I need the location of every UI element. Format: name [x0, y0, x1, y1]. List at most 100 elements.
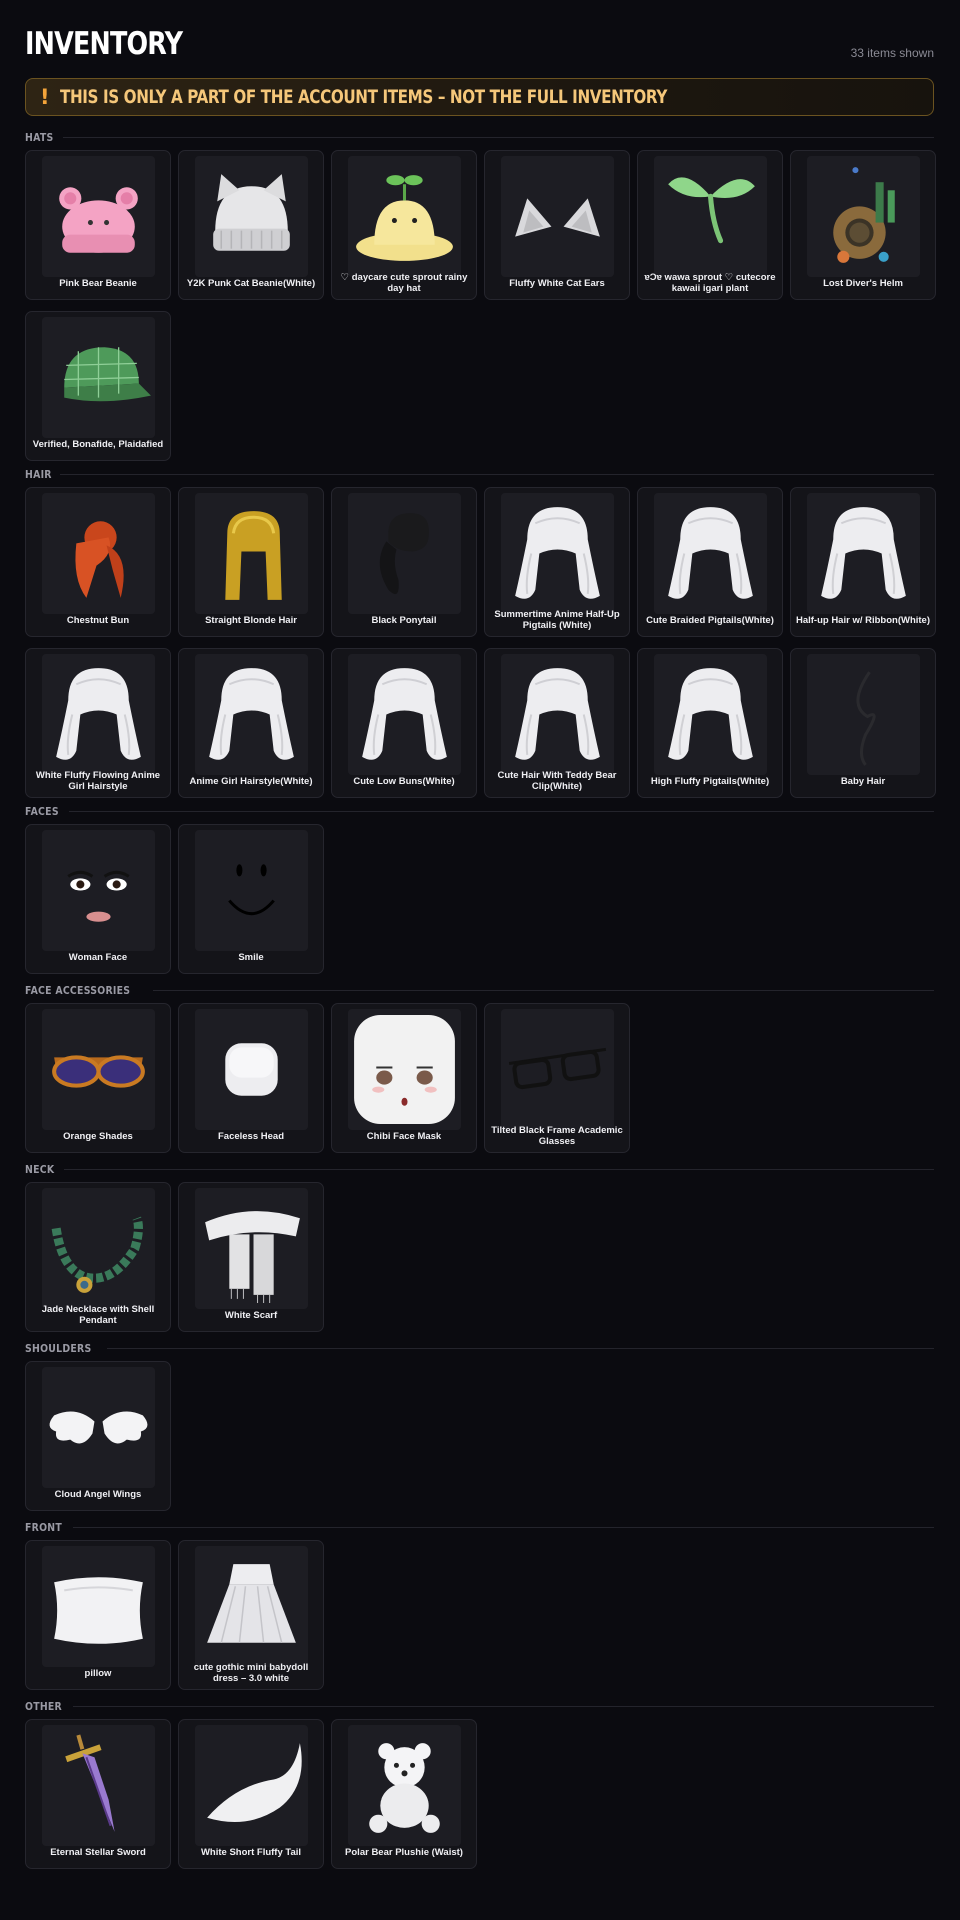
pink-bear-beanie-icon	[42, 156, 155, 277]
item-card[interactable]: Anime Girl Hairstyle(White)	[178, 648, 324, 798]
section-divider	[68, 810, 934, 812]
section-header-hats: HATS	[25, 130, 934, 144]
item-name: pillow	[84, 1667, 112, 1679]
item-card[interactable]: Lost Diver's Helm	[790, 150, 936, 300]
item-card[interactable]: cute gothic mini babydoll dress – 3.0 wh…	[178, 1540, 324, 1690]
item-card[interactable]: White Scarf	[178, 1182, 324, 1332]
item-card[interactable]: Faceless Head	[178, 1003, 324, 1153]
item-card[interactable]: Cute Hair With Teddy Bear Clip(White)	[484, 648, 630, 798]
diver-helm-icon	[807, 156, 920, 277]
item-name: Chestnut Bun	[66, 614, 130, 626]
section-divider	[72, 1705, 934, 1707]
section-header-neck: NECK	[25, 1162, 934, 1176]
item-name: ♡ daycare cute sprout rainy day hat	[340, 272, 468, 294]
item-name: Cloud Angel Wings	[54, 1488, 142, 1500]
item-name: Smile	[238, 951, 264, 963]
warning-text: THIS IS ONLY A PART OF THE ACCOUNT ITEMS…	[59, 86, 667, 108]
item-grid: Chestnut Bun Straight Blonde Hair Black Po…	[25, 487, 936, 798]
item-card[interactable]: Chestnut Bun	[25, 487, 171, 637]
item-name: Jade Necklace with Shell Pendant	[41, 1304, 155, 1326]
item-name: Half-up Hair w/ Ribbon(White)	[795, 614, 931, 626]
white-hair-icon	[654, 654, 767, 775]
item-card[interactable]: Y2K Punk Cat Beanie(White)	[178, 150, 324, 300]
item-grid: Cloud Angel Wings	[25, 1361, 936, 1511]
item-card[interactable]: Black Ponytail	[331, 487, 477, 637]
item-card[interactable]: White Short Fluffy Tail	[178, 1719, 324, 1869]
woman-face-icon	[42, 830, 155, 951]
section-divider	[152, 989, 934, 991]
section-divider	[62, 136, 934, 138]
item-card[interactable]: Cloud Angel Wings	[25, 1361, 171, 1511]
item-name: ɐƆɐ wawa sprout ♡ cutecore kawaii igari …	[644, 272, 776, 294]
item-name: Fluffy White Cat Ears	[509, 277, 605, 289]
item-card[interactable]: ɐƆɐ wawa sprout ♡ cutecore kawaii igari …	[637, 150, 783, 300]
faceless-head-icon	[195, 1009, 308, 1130]
white-scarf-icon	[195, 1188, 308, 1309]
jade-necklace-icon	[42, 1188, 155, 1309]
item-card[interactable]: Eternal Stellar Sword	[25, 1719, 171, 1869]
item-card[interactable]: ♡ daycare cute sprout rainy day hat	[331, 150, 477, 300]
white-tail-icon	[195, 1725, 308, 1846]
inventory-page: INVENTORY 33 items shown ! THIS IS ONLY …	[25, 0, 936, 1869]
item-name: Black Ponytail	[371, 614, 437, 626]
items-count: 33 items shown	[850, 46, 934, 60]
item-card[interactable]: Fluffy White Cat Ears	[484, 150, 630, 300]
cat-beanie-icon	[195, 156, 308, 277]
section-label: NECK	[25, 1162, 55, 1176]
polar-bear-icon	[348, 1725, 461, 1846]
item-name: Pink Bear Beanie	[59, 277, 137, 289]
item-card[interactable]: Orange Shades	[25, 1003, 171, 1153]
item-card[interactable]: Summertime Anime Half-Up Pigtails (White…	[484, 487, 630, 637]
item-card[interactable]: Straight Blonde Hair	[178, 487, 324, 637]
item-card[interactable]: Polar Bear Plushie (Waist)	[331, 1719, 477, 1869]
sprout-icon	[654, 156, 767, 277]
warning-icon: !	[40, 85, 50, 109]
pillow-icon	[42, 1546, 155, 1667]
item-name: Cute Low Buns(White)	[353, 775, 455, 787]
angel-wings-icon	[42, 1367, 155, 1488]
item-card[interactable]: Tilted Black Frame Academic Glasses	[484, 1003, 630, 1153]
black-glasses-icon	[501, 1009, 614, 1130]
item-card[interactable]: White Fluffy Flowing Anime Girl Hairstyl…	[25, 648, 171, 798]
item-name: Baby Hair	[840, 775, 886, 787]
section-label: OTHER	[25, 1699, 63, 1713]
item-card[interactable]: Smile	[178, 824, 324, 974]
item-name: High Fluffy Pigtails(White)	[650, 775, 770, 787]
item-name: Y2K Punk Cat Beanie(White)	[186, 277, 316, 289]
item-grid: pillow cute gothic mini babydoll dress – …	[25, 1540, 936, 1690]
item-card[interactable]: Woman Face	[25, 824, 171, 974]
page-title: INVENTORY	[25, 26, 183, 62]
item-card[interactable]: Baby Hair	[790, 648, 936, 798]
item-name: Straight Blonde Hair	[205, 614, 297, 626]
chibi-mask-icon	[348, 1009, 461, 1130]
inventory-header: INVENTORY 33 items shown	[25, 0, 934, 75]
section-header-faces: FACES	[25, 804, 934, 818]
white-hair-icon	[42, 654, 155, 775]
section-header-face-accessories: FACE ACCESSORIES	[25, 983, 934, 997]
section-header-shoulders: SHOULDERS	[25, 1341, 934, 1355]
section-divider	[107, 1347, 934, 1349]
baby-hair-icon	[807, 654, 920, 775]
sword-icon	[42, 1725, 155, 1846]
item-card[interactable]: pillow	[25, 1540, 171, 1690]
item-name: Tilted Black Frame Academic Glasses	[491, 1125, 623, 1147]
item-card[interactable]: Verified, Bonafide, Plaidafied	[25, 311, 171, 461]
item-card[interactable]: Cute Low Buns(White)	[331, 648, 477, 798]
item-grid: Pink Bear Beanie Y2K Punk Cat Beanie(Whit…	[25, 150, 936, 461]
item-card[interactable]: Chibi Face Mask	[331, 1003, 477, 1153]
orange-shades-icon	[42, 1009, 155, 1130]
item-grid: Eternal Stellar Sword White Short Fluffy …	[25, 1719, 936, 1869]
item-name: Faceless Head	[217, 1130, 284, 1142]
item-name: Eternal Stellar Sword	[50, 1846, 146, 1858]
item-card[interactable]: Cute Braided Pigtails(White)	[637, 487, 783, 637]
item-card[interactable]: High Fluffy Pigtails(White)	[637, 648, 783, 798]
smile-face-icon	[195, 830, 308, 951]
section-divider	[60, 473, 934, 475]
black-ponytail-icon	[348, 493, 461, 614]
white-hair-icon	[195, 654, 308, 775]
item-grid: Orange Shades Faceless Head Chibi Face Mas…	[25, 1003, 936, 1153]
item-card[interactable]: Jade Necklace with Shell Pendant	[25, 1182, 171, 1332]
item-card[interactable]: Half-up Hair w/ Ribbon(White)	[790, 487, 936, 637]
item-card[interactable]: Pink Bear Beanie	[25, 150, 171, 300]
section-divider	[63, 1168, 934, 1170]
